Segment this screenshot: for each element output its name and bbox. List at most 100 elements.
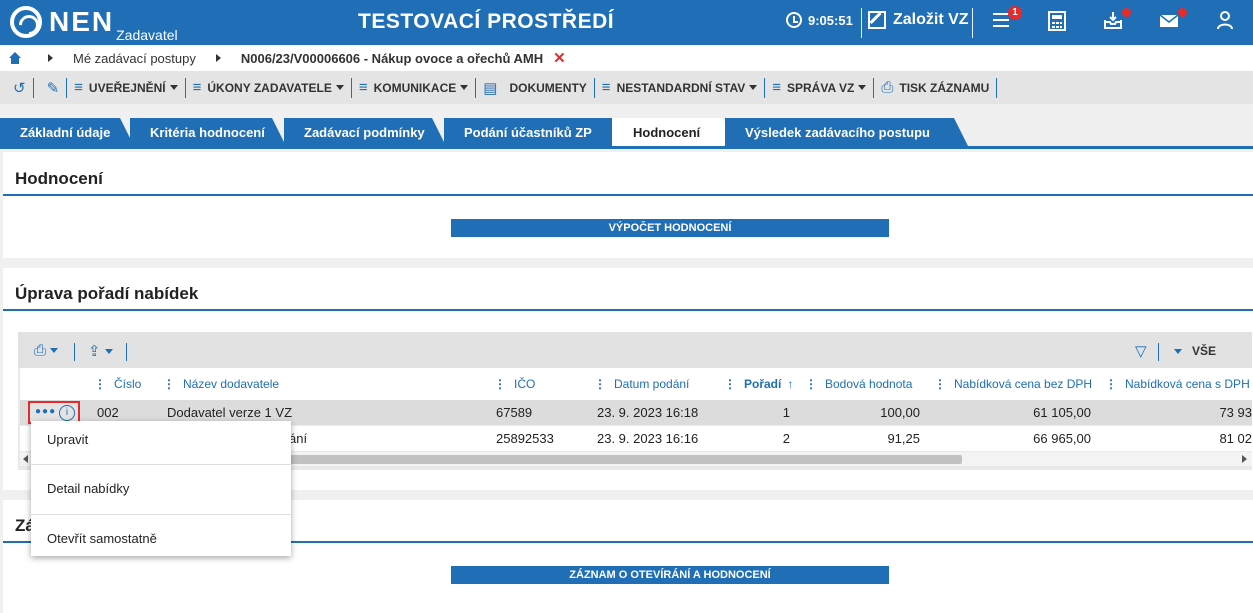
kebab-icon[interactable]: ⋮ [1105,377,1117,391]
printer-icon: ⎙ [881,79,894,96]
section-title: Úprava pořadí nabídek [15,284,199,303]
cell-body: 91,25 [887,431,920,446]
tab-podani-ucastniku[interactable]: Podání účastníků ZP [444,118,626,146]
tab-zadavaci-podminky[interactable]: Zadávací podmínky [284,118,446,146]
divider [74,343,75,361]
menu-nestandardni-stav[interactable]: ≡ NESTANDARDNÍ STAV [595,77,766,98]
breadcrumb-current: N006/23/V00006606 - Nákup ovoce a ořechů… [240,50,544,66]
nen-logo[interactable]: NEN Zadavatel [10,6,178,42]
column-header-cena-bez[interactable]: ⋮ Nabídková cena bez DPH [930,368,1098,400]
refresh-button[interactable]: ↺ [0,77,34,98]
notification-badge: 1 [1008,6,1022,20]
section-divider [3,194,1253,196]
list-icon: ≡ [358,79,368,96]
filter-button[interactable]: ▽ [1135,342,1147,360]
logo-subtitle: Zadavatel [116,27,178,43]
tab-zakladni-udaje[interactable]: Základní údaje [0,118,134,146]
menu-komunikace[interactable]: ≡ KOMUNIKACE [352,77,477,98]
divider [126,343,127,361]
calculator-button[interactable] [1047,10,1071,34]
breadcrumb-item[interactable]: Mé zadávací postupy [73,51,196,66]
breadcrumb: Mé zadávací postupy N006/23/V00006606 - … [0,45,1253,71]
column-header-body[interactable]: ⋮ Bodová hodnota [801,368,926,400]
top-bar: NEN Zadavatel TESTOVACÍ PROSTŘEDÍ 9:05:5… [0,0,1253,45]
cell-datum: 23. 9. 2023 16:18 [597,405,699,420]
edit-icon [868,11,886,29]
print-grid-button[interactable]: ⎙ [34,342,59,359]
cell-cena-s: 73 93 [1219,405,1252,420]
inbox-button[interactable] [1103,8,1131,34]
scroll-right-icon[interactable] [1242,455,1247,463]
logo-text: NEN [49,6,115,37]
menu-sprava-vz[interactable]: ≡ SPRÁVA VZ [765,77,875,98]
menu-item-detail-nabidky[interactable]: Detail nabídky [31,470,291,515]
caret-down-icon [50,348,59,353]
tab-vysledek[interactable]: Výsledek zadávacího postupu [725,118,968,146]
column-header-nazev[interactable]: ⋮ Název dodavatele [159,368,487,400]
edit-button[interactable]: ✎ [34,77,68,98]
column-label: Nabídková cena bez DPH [954,377,1093,391]
sort-ascending-icon[interactable]: ↑ [787,377,793,391]
document-icon: ▤ [483,79,498,97]
menu-label: DOKUMENTY [509,80,587,95]
kebab-icon[interactable]: ⋮ [805,377,817,391]
chevron-right-icon [215,54,221,62]
more-options-icon[interactable]: ●●● [35,406,56,417]
cell-cena-bez: 61 105,00 [1033,405,1091,420]
tab-bar: Základní údaje Kritéria hodnocení Zadáva… [0,118,1253,146]
user-button[interactable] [1216,10,1240,34]
cell-cena-s: 81 02 [1219,431,1252,446]
menu-uverejneni[interactable]: ≡ UVEŘEJNĚNÍ [67,77,186,98]
menu-button[interactable]: 1 [992,6,1022,34]
menu-ukony-zadavatele[interactable]: ≡ ÚKONY ZADAVATELE [186,77,352,98]
cell-datum: 23. 9. 2023 16:16 [597,431,699,446]
zaznam-button[interactable]: ZÁZNAM O OTEVÍRÁNÍ A HODNOCENÍ [451,566,889,584]
caret-down-icon [335,85,344,90]
kebab-icon[interactable]: ⋮ [594,377,606,391]
kebab-icon[interactable]: ⋮ [94,377,106,391]
cell-ico: 67589 [496,405,533,420]
mail-button[interactable] [1159,8,1187,34]
column-label: IČO [514,377,536,391]
column-header-ico[interactable]: ⋮ IČO [490,368,587,400]
create-vz-button[interactable]: Založit VZ [868,11,969,29]
kebab-icon[interactable]: ⋮ [163,377,175,391]
kebab-icon[interactable]: ⋮ [724,377,736,391]
column-header-poradi[interactable]: ⋮ Pořadí ↑ [720,368,798,400]
cell-poradi: 1 [782,405,790,420]
column-header-datum[interactable]: ⋮ Datum podání [590,368,717,400]
menu-item-otevrit-samostatne[interactable]: Otevřít samostatně [31,520,291,565]
grid-toolbar: ⎙ ⇪ ▽ VŠE [18,332,1252,368]
column-header-cena-s[interactable]: ⋮ Nabídková cena s DPH [1101,368,1252,400]
hodnoceni-section: Hodnocení VÝPOČET HODNOCENÍ [3,152,1253,258]
vypocet-hodnoceni-button[interactable]: VÝPOČET HODNOCENÍ [451,219,889,237]
close-icon[interactable]: ✕ [553,49,566,67]
list-icon: ≡ [601,79,611,96]
environment-title: TESTOVACÍ PROSTŘEDÍ [358,10,615,33]
menu-label: NESTANDARDNÍ STAV [616,80,746,95]
user-icon [1217,11,1233,30]
caret-down-icon [1174,348,1182,354]
menu-tisk-zaznamu[interactable]: ⎙ TISK ZÁZNAMU [874,77,998,98]
clock-icon [786,12,802,28]
export-button[interactable]: ⇪ [88,342,113,360]
tab-hodnoceni[interactable]: Hodnocení [612,118,736,146]
divider [861,8,862,38]
column-label: Bodová hodnota [825,377,913,391]
column-header-cislo[interactable]: ⋮ Číslo [90,368,156,400]
kebab-icon[interactable]: ⋮ [494,377,506,391]
info-icon[interactable]: i [59,405,75,421]
tab-kriteria-hodnoceni[interactable]: Kritéria hodnocení [130,118,286,146]
menu-item-upravit[interactable]: Upravit [31,421,291,466]
filter-select[interactable]: VŠE [1174,344,1216,358]
menu-dokumenty[interactable]: ▤ DOKUMENTY [476,77,595,98]
scroll-left-icon[interactable] [23,455,28,463]
cell-poradi: 2 [782,431,790,446]
menu-label: SPRÁVA VZ [787,80,855,95]
home-icon[interactable] [8,52,22,64]
kebab-icon[interactable]: ⋮ [934,377,946,391]
caret-down-icon [460,85,469,90]
cell-cena-bez: 66 965,00 [1033,431,1091,446]
logo-icon [10,6,42,38]
chevron-right-icon [48,54,53,62]
